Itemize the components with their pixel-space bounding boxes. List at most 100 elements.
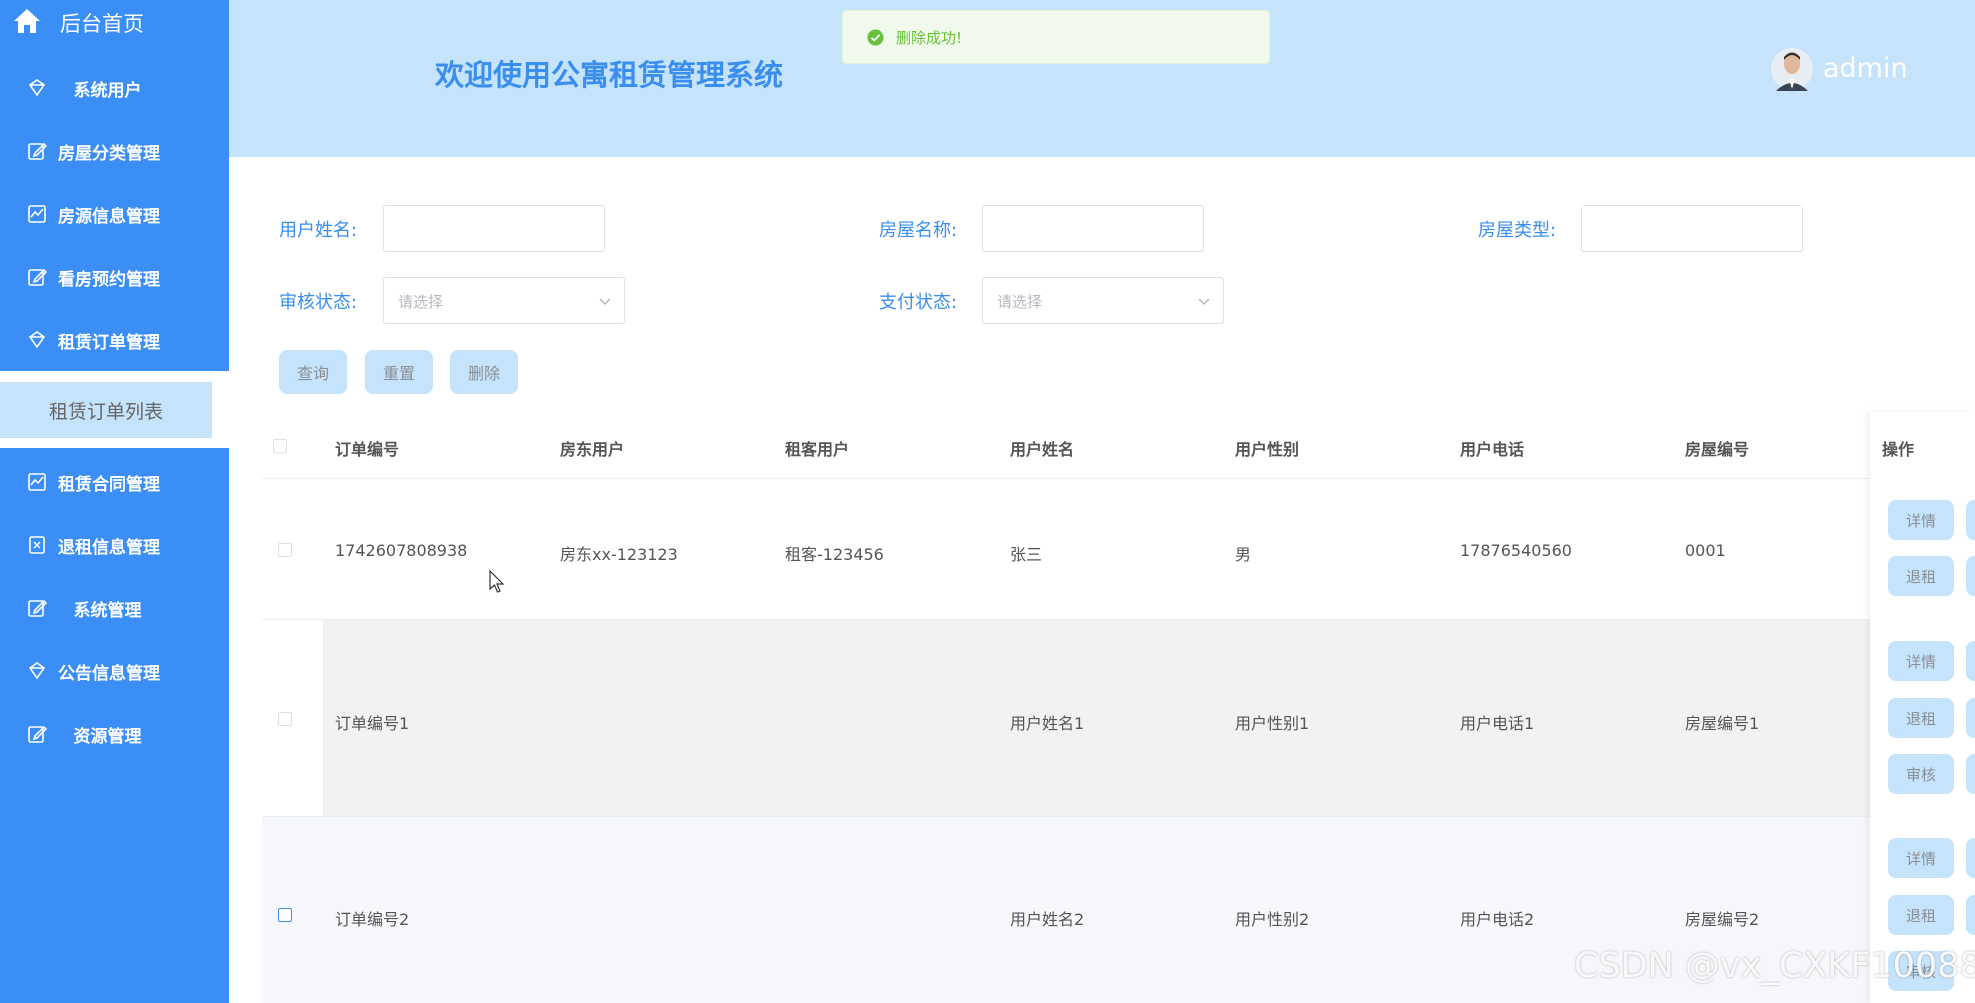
home-icon	[14, 9, 40, 33]
checkout-button[interactable]: 退租	[1888, 556, 1954, 596]
column-header-gender: 用户性别	[1235, 440, 1300, 459]
sidebar-item-label: 租赁合同管理	[58, 474, 160, 495]
sidebar-item-system-users[interactable]: 系统用户	[0, 60, 229, 116]
audit-status-select[interactable]: 请选择	[383, 277, 625, 324]
column-header-tenant: 租客用户	[785, 440, 850, 459]
row-divider	[262, 816, 1870, 817]
sidebar-item-house-category[interactable]: 房屋分类管理	[0, 123, 229, 179]
house-name-label: 房屋名称:	[879, 220, 958, 241]
detail-button[interactable]: 详情	[1888, 641, 1954, 681]
more-action-button[interactable]	[1966, 641, 1975, 681]
cell-gender: 用户性别1	[1235, 714, 1310, 733]
sidebar-item-label: 公告信息管理	[58, 663, 160, 684]
header-divider	[262, 478, 1870, 479]
sidebar-item-viewing-appointment[interactable]: 看房预约管理	[0, 249, 229, 305]
cell-order-no: 订单编号1	[335, 714, 410, 733]
select-all-checkbox[interactable]	[273, 439, 287, 453]
sidebar-submenu: 租赁订单列表	[0, 371, 229, 448]
sidebar-item-checkout-info[interactable]: 退租信息管理	[0, 517, 229, 573]
table-row-hover-bg	[323, 620, 1870, 816]
username[interactable]: admin	[1823, 53, 1908, 84]
audit-button[interactable]: 审核	[1888, 754, 1954, 794]
row-checkbox[interactable]	[278, 712, 292, 726]
cell-order-no: 1742607808938	[335, 541, 468, 560]
success-toast: 删除成功!	[842, 10, 1270, 64]
audit-status-label: 审核状态:	[279, 292, 358, 313]
more-action-button[interactable]	[1966, 556, 1975, 596]
query-button[interactable]: 查询	[279, 350, 347, 394]
edit-icon	[26, 140, 48, 162]
check-circle-icon	[867, 29, 884, 45]
row-checkbox[interactable]	[278, 543, 292, 557]
pay-status-select[interactable]: 请选择	[982, 277, 1224, 324]
gem-icon	[26, 329, 48, 351]
cell-tenant: 租客-123456	[785, 545, 884, 564]
cell-user-name: 用户姓名1	[1010, 714, 1085, 733]
sidebar-subitem-rental-order-list[interactable]: 租赁订单列表	[0, 382, 212, 438]
sidebar-item-label: 退租信息管理	[58, 537, 160, 558]
chart-icon	[26, 471, 48, 493]
detail-button[interactable]: 详情	[1888, 838, 1954, 878]
sidebar-item-resource-management[interactable]: 资源管理	[0, 706, 229, 762]
more-action-button[interactable]	[1966, 895, 1975, 935]
cell-user-name: 用户姓名2	[1010, 910, 1085, 929]
sidebar-item-label: 看房预约管理	[58, 269, 160, 290]
chart-icon	[26, 203, 48, 225]
delete-button[interactable]: 删除	[450, 350, 518, 394]
more-action-button[interactable]	[1966, 754, 1975, 794]
sidebar-item-label: 租赁订单管理	[58, 332, 160, 353]
sidebar-home-label: 后台首页	[60, 12, 144, 36]
sidebar-home[interactable]: 后台首页	[0, 0, 229, 44]
cell-order-no: 订单编号2	[335, 910, 410, 929]
column-header-actions: 操作	[1882, 440, 1915, 459]
page-title: 欢迎使用公寓租赁管理系统	[435, 58, 784, 92]
column-header-house-no: 房屋编号	[1685, 440, 1750, 459]
sidebar-item-rental-orders[interactable]: 租赁订单管理	[0, 312, 229, 368]
sidebar-item-label: 系统管理	[73, 600, 142, 621]
sidebar-item-label: 房源信息管理	[58, 206, 160, 227]
watermark: CSDN @vx_CXKF10088	[1574, 946, 1975, 986]
sidebar: 后台首页 系统用户 房屋分类管理 房源信息管理 看房预约管理 租赁订单管理 租赁…	[0, 0, 229, 1003]
toast-message: 删除成功!	[896, 28, 963, 47]
more-action-button[interactable]	[1966, 838, 1975, 878]
reset-button[interactable]: 重置	[365, 350, 433, 394]
mouse-cursor-icon	[489, 570, 505, 593]
cell-phone: 17876540560	[1460, 541, 1572, 560]
sidebar-item-system-management[interactable]: 系统管理	[0, 580, 229, 636]
house-type-label: 房屋类型:	[1478, 220, 1557, 241]
more-action-button[interactable]	[1966, 698, 1975, 738]
cell-house-no: 房屋编号1	[1685, 714, 1760, 733]
row-checkbox[interactable]	[278, 908, 292, 922]
audit-status-placeholder: 请选择	[398, 293, 444, 311]
gem-icon	[26, 660, 48, 682]
cell-user-name: 张三	[1010, 545, 1043, 564]
checkout-button[interactable]: 退租	[1888, 895, 1954, 935]
row-divider	[262, 619, 1870, 620]
house-name-input[interactable]	[982, 205, 1204, 252]
avatar[interactable]	[1770, 45, 1814, 93]
cell-house-no: 0001	[1685, 541, 1726, 560]
column-header-phone: 用户电话	[1460, 440, 1525, 459]
edit-icon	[26, 266, 48, 288]
sidebar-item-house-info[interactable]: 房源信息管理	[0, 186, 229, 242]
pay-status-label: 支付状态:	[879, 292, 958, 313]
column-header-user-name: 用户姓名	[1010, 440, 1075, 459]
user-name-input[interactable]	[383, 205, 605, 252]
sidebar-item-rental-contract[interactable]: 租赁合同管理	[0, 454, 229, 510]
house-type-input[interactable]	[1581, 205, 1803, 252]
cell-gender: 男	[1235, 545, 1252, 564]
sidebar-item-label: 资源管理	[73, 726, 142, 747]
sidebar-item-label: 房屋分类管理	[58, 143, 160, 164]
column-header-order-no: 订单编号	[335, 440, 400, 459]
chevron-down-icon	[1198, 298, 1210, 305]
detail-button[interactable]: 详情	[1888, 500, 1954, 540]
chevron-down-icon	[599, 298, 611, 305]
more-action-button[interactable]	[1966, 500, 1975, 540]
cell-phone: 用户电话1	[1460, 714, 1535, 733]
cell-house-no: 房屋编号2	[1685, 910, 1760, 929]
sidebar-item-notice-info[interactable]: 公告信息管理	[0, 643, 229, 699]
sidebar-item-label: 系统用户	[73, 80, 142, 101]
checkout-button[interactable]: 退租	[1888, 698, 1954, 738]
bookmark-icon	[26, 534, 48, 556]
user-name-label: 用户姓名:	[279, 220, 358, 241]
